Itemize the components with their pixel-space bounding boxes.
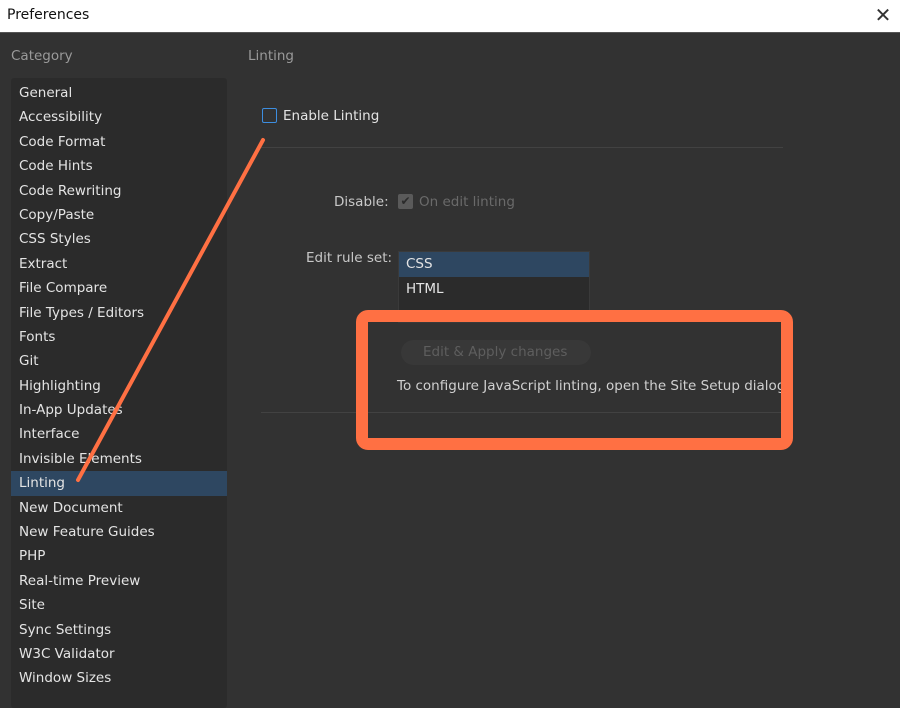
annotation-arrow-line bbox=[76, 138, 265, 482]
annotation-overlay bbox=[76, 138, 793, 482]
annotation-highlight-box bbox=[356, 310, 793, 450]
